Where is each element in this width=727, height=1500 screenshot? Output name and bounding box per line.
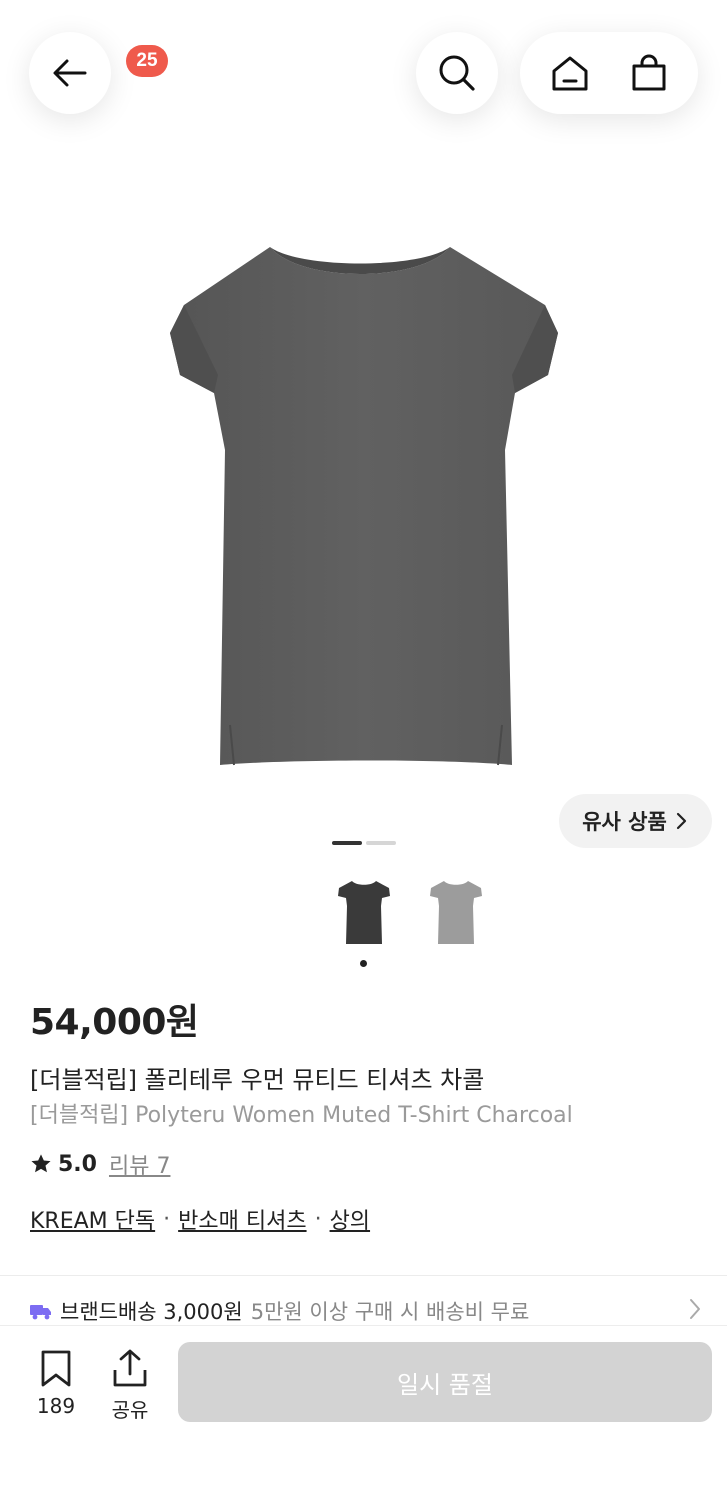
category-separator: ·: [163, 1206, 171, 1232]
thumbnail-charcoal[interactable]: [336, 878, 392, 948]
category-link-short-sleeve[interactable]: 반소매 티셔츠: [178, 1203, 306, 1235]
gallery-indicator-active: [332, 841, 362, 845]
review-count-link[interactable]: 리뷰 7: [109, 1148, 170, 1180]
product-name-english: [더블적립] Polyteru Women Muted T-Shirt Char…: [30, 1103, 573, 1128]
shopping-bag-icon: [632, 54, 665, 91]
star-icon: [31, 1154, 51, 1173]
shipping-label: 브랜드배송 3,000원: [60, 1300, 243, 1324]
thumbnail-gray[interactable]: [428, 878, 484, 948]
cart-count-badge: 25: [126, 45, 168, 77]
share-button[interactable]: 공유: [104, 1348, 156, 1423]
shipping-note: 5만원 이상 구매 시 배송비 무료: [250, 1300, 530, 1324]
top-nav-pill: [520, 32, 698, 114]
chevron-right-icon: [690, 1299, 700, 1319]
bottom-action-bar: 189 공유 일시 품절: [0, 1325, 727, 1500]
selected-thumbnail-dot: [360, 960, 367, 967]
back-arrow-icon: [53, 59, 87, 87]
category-link-tops[interactable]: 상의: [330, 1203, 370, 1235]
search-icon: [439, 55, 475, 91]
bookmark-count: 189: [36, 1394, 76, 1418]
search-button[interactable]: [416, 32, 498, 114]
chevron-right-icon: [676, 812, 686, 830]
bookmark-icon: [41, 1350, 71, 1387]
similar-products-button[interactable]: 유사 상품: [559, 794, 712, 848]
category-breadcrumb: KREAM 단독 · 반소매 티셔츠 · 상의: [30, 1203, 370, 1235]
category-separator: ·: [314, 1206, 322, 1232]
back-button[interactable]: [29, 32, 111, 114]
category-link-kream-exclusive[interactable]: KREAM 단독: [30, 1203, 155, 1235]
share-icon: [113, 1349, 147, 1387]
rating-row: 5.0 리뷰 7: [30, 1148, 170, 1180]
home-icon: [552, 56, 587, 91]
cart-button[interactable]: [613, 37, 685, 109]
gallery-indicator: [366, 841, 396, 845]
similar-products-label: 유사 상품: [582, 810, 667, 834]
product-price: 54,000원: [30, 1002, 199, 1043]
product-detail-page: 25 유사 상품 54,000원 [더블적립] 폴리테루 우먼 뮤티드 티셔츠 …: [0, 0, 727, 1500]
share-label: 공유: [111, 1398, 149, 1422]
soldout-button[interactable]: 일시 품절: [178, 1342, 712, 1422]
bookmark-button[interactable]: 189: [30, 1350, 82, 1418]
delivery-truck-icon: [30, 1305, 51, 1320]
home-button[interactable]: [534, 37, 606, 109]
rating-value: 5.0: [58, 1151, 97, 1177]
section-divider: [0, 1275, 727, 1276]
shipping-info-row[interactable]: 브랜드배송 3,000원 5만원 이상 구매 시 배송비 무료: [30, 1296, 702, 1326]
product-main-image[interactable]: [150, 225, 580, 785]
product-name-korean: [더블적립] 폴리테루 우먼 뮤티드 티셔츠 차콜: [30, 1066, 485, 1094]
